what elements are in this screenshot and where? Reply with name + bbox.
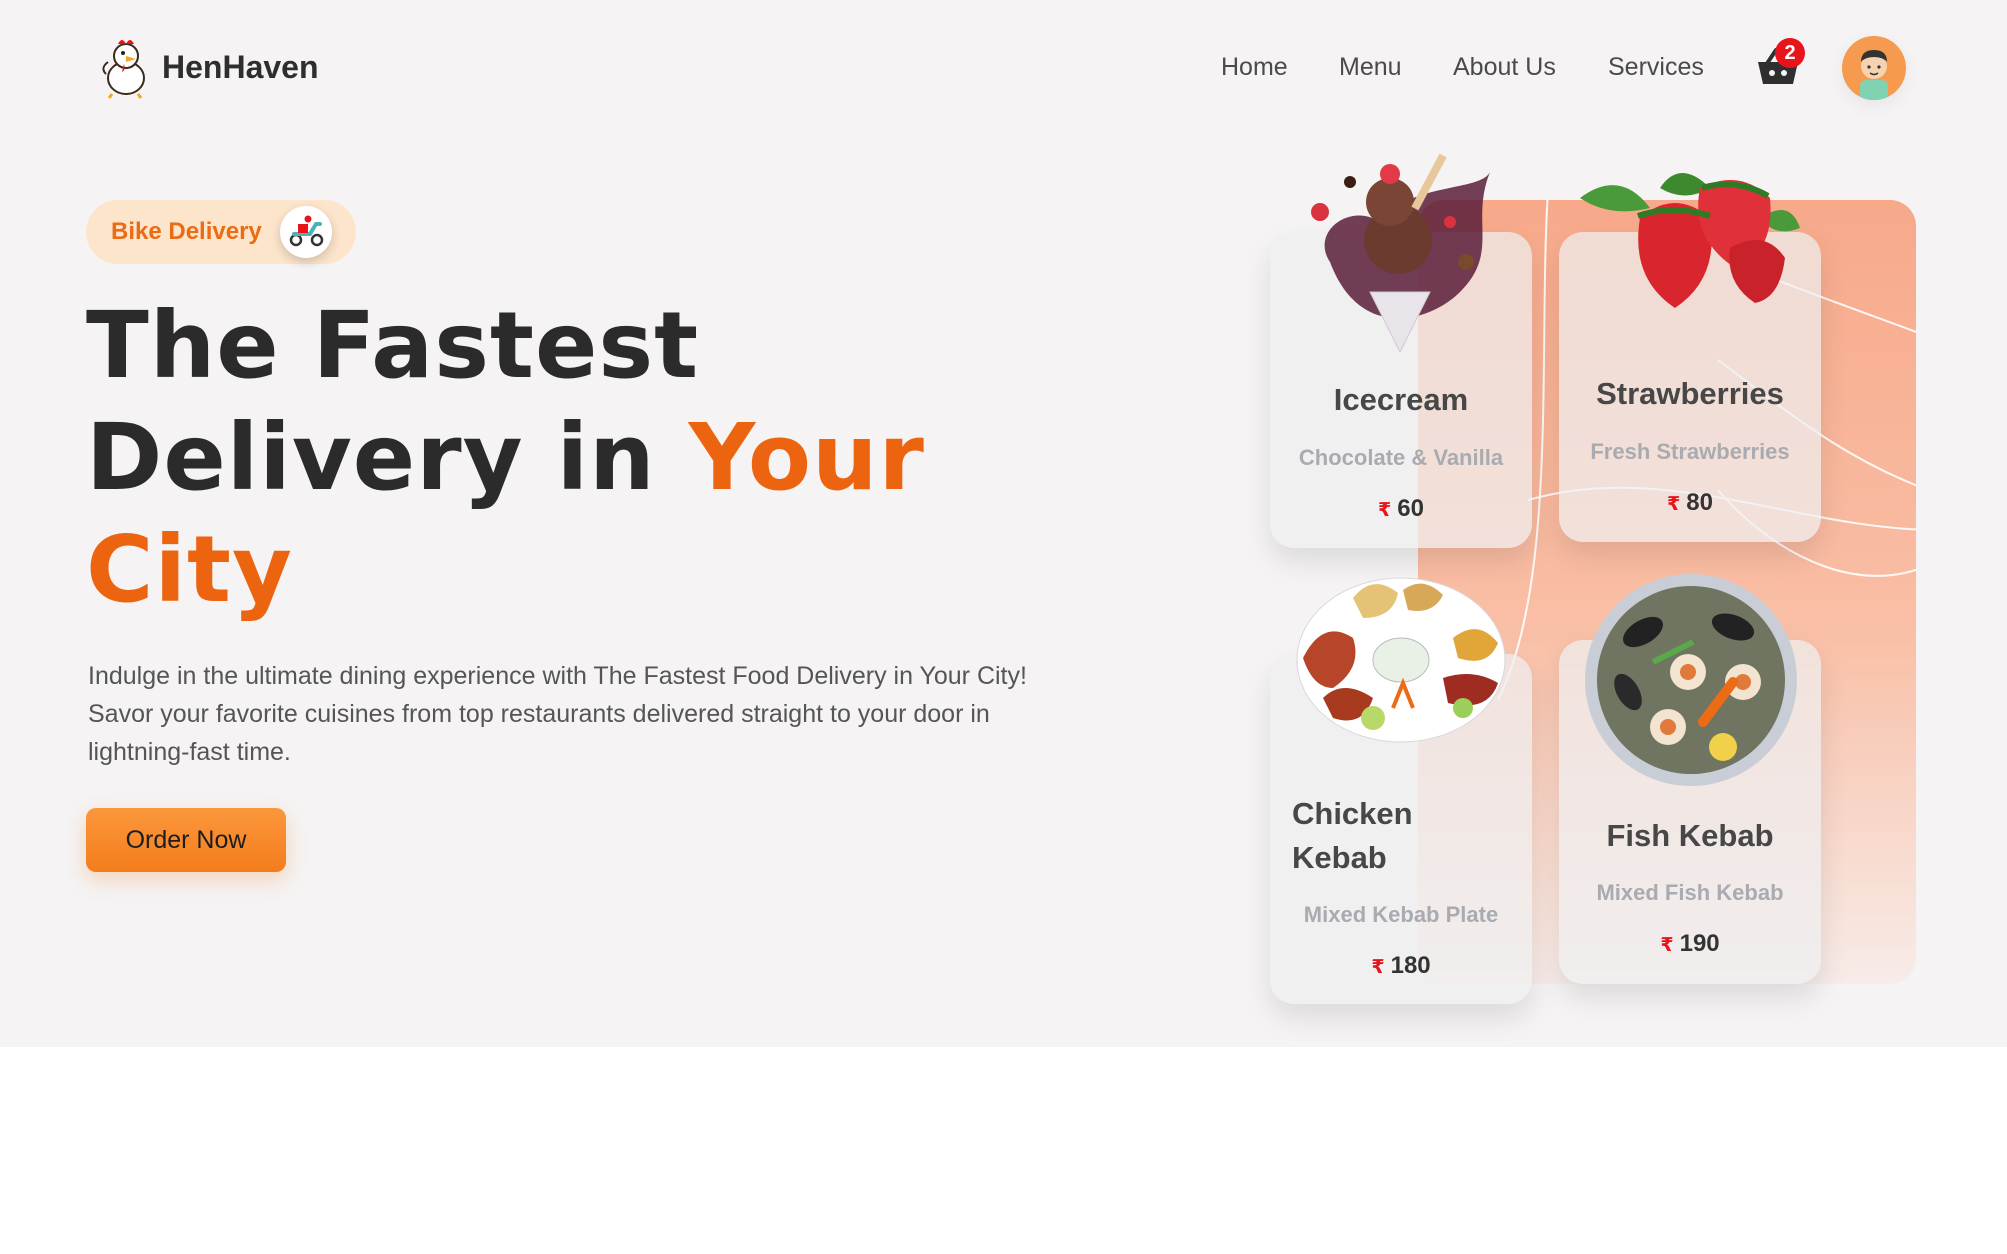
brand-name: HenHaven xyxy=(162,48,319,85)
price-value: 190 xyxy=(1679,930,1720,957)
icecream-image xyxy=(1311,153,1490,354)
user-avatar-icon xyxy=(1860,50,1888,100)
card-price: ₹60 xyxy=(1270,495,1532,523)
nav-services[interactable]: Services xyxy=(1608,53,1704,82)
headline-line-2: Delivery in xyxy=(86,404,656,511)
hero-headline: The Fastest Delivery in Your City xyxy=(86,290,986,626)
card-subtitle: Fresh Strawberries xyxy=(1590,439,1790,464)
cart-count-badge: 2 xyxy=(1775,38,1805,68)
scooter-icon xyxy=(280,206,332,258)
nav-menu[interactable]: Menu xyxy=(1339,53,1402,82)
card-title: Chicken Kebab xyxy=(1292,796,1413,875)
fish-kebab-image xyxy=(1585,574,1797,786)
price-value: 180 xyxy=(1390,952,1431,979)
headline-accent-your: Your xyxy=(688,404,925,511)
chicken-kebab-image xyxy=(1296,577,1506,743)
brand-logo[interactable]: HenHaven xyxy=(98,34,319,100)
card-title: Icecream xyxy=(1333,382,1469,417)
headline-accent-city: City xyxy=(86,516,294,623)
card-price: ₹190 xyxy=(1559,930,1821,958)
card-price: ₹80 xyxy=(1559,489,1821,517)
rupee-icon: ₹ xyxy=(1378,500,1392,521)
page: HenHaven Home Menu About Us Services 2 B… xyxy=(0,0,2007,1254)
card-subtitle: Mixed Fish Kebab xyxy=(1596,880,1784,905)
nav-home[interactable]: Home xyxy=(1221,53,1288,82)
headline-line-1: The Fastest xyxy=(86,292,700,399)
card-price: ₹180 xyxy=(1270,952,1532,980)
rupee-icon: ₹ xyxy=(1660,935,1674,956)
user-avatar[interactable] xyxy=(1842,36,1906,100)
nav-about-us[interactable]: About Us xyxy=(1453,53,1556,82)
hen-mascot-icon xyxy=(102,40,145,99)
card-subtitle: Chocolate & Vanilla xyxy=(1298,445,1504,470)
card-title: Fish Kebab xyxy=(1606,818,1774,853)
bike-delivery-badge: Bike Delivery xyxy=(86,200,356,264)
rupee-icon: ₹ xyxy=(1667,494,1681,515)
bike-delivery-label: Bike Delivery xyxy=(111,218,262,245)
rupee-icon: ₹ xyxy=(1371,957,1385,978)
card-title: Strawberries xyxy=(1596,376,1784,411)
order-now-button[interactable]: Order Now xyxy=(86,808,286,872)
card-subtitle: Mixed Kebab Plate xyxy=(1303,902,1499,927)
price-value: 80 xyxy=(1686,489,1713,516)
strawberries-image xyxy=(1580,173,1800,308)
price-value: 60 xyxy=(1397,495,1424,522)
hero-description: Indulge in the ultimate dining experienc… xyxy=(88,662,1027,766)
